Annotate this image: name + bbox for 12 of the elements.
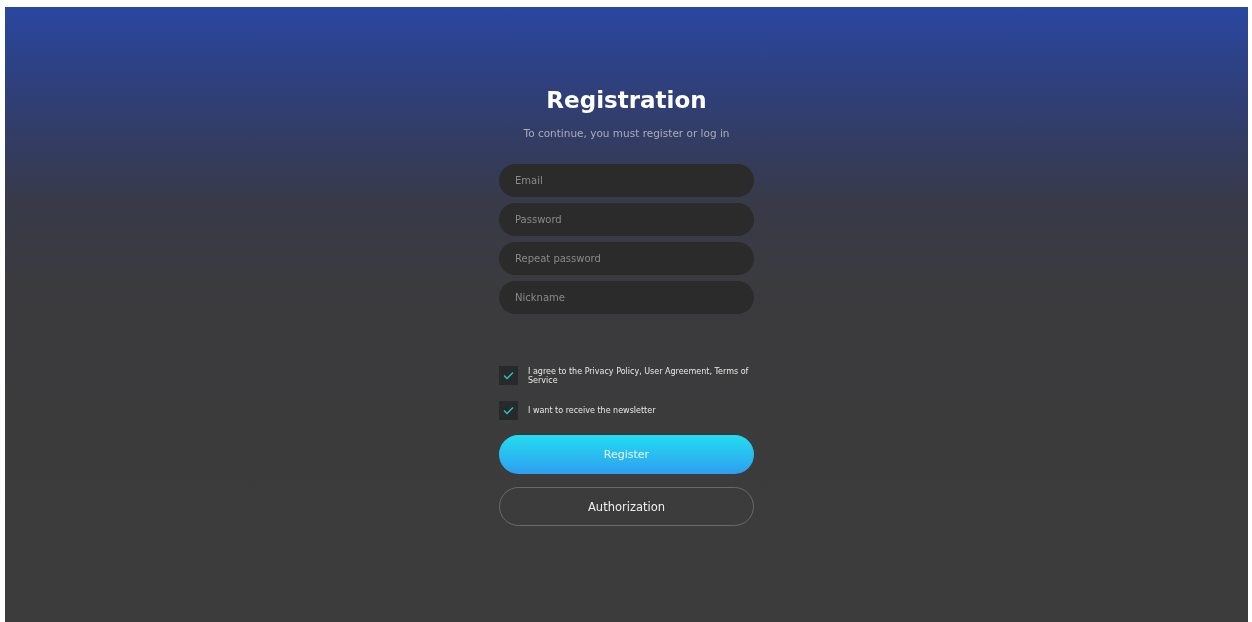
check-icon xyxy=(503,406,514,415)
checkbox[interactable] xyxy=(499,401,518,420)
checkbox-label: I agree to the Privacy Policy, User Agreement, Terms of Service xyxy=(528,366,750,385)
checkbox-label: I want to receive the newsletter xyxy=(528,406,656,415)
input-field[interactable]: Email xyxy=(499,164,754,197)
form-subtitle: To continue, you must register or log in xyxy=(522,127,731,139)
form-title: Registration xyxy=(545,86,708,115)
input-field[interactable]: Nickname xyxy=(499,281,754,314)
checkbox[interactable] xyxy=(499,366,518,385)
input-field[interactable]: Password xyxy=(499,203,754,236)
check-icon xyxy=(503,371,514,380)
input-field[interactable]: Repeat password xyxy=(499,242,754,275)
